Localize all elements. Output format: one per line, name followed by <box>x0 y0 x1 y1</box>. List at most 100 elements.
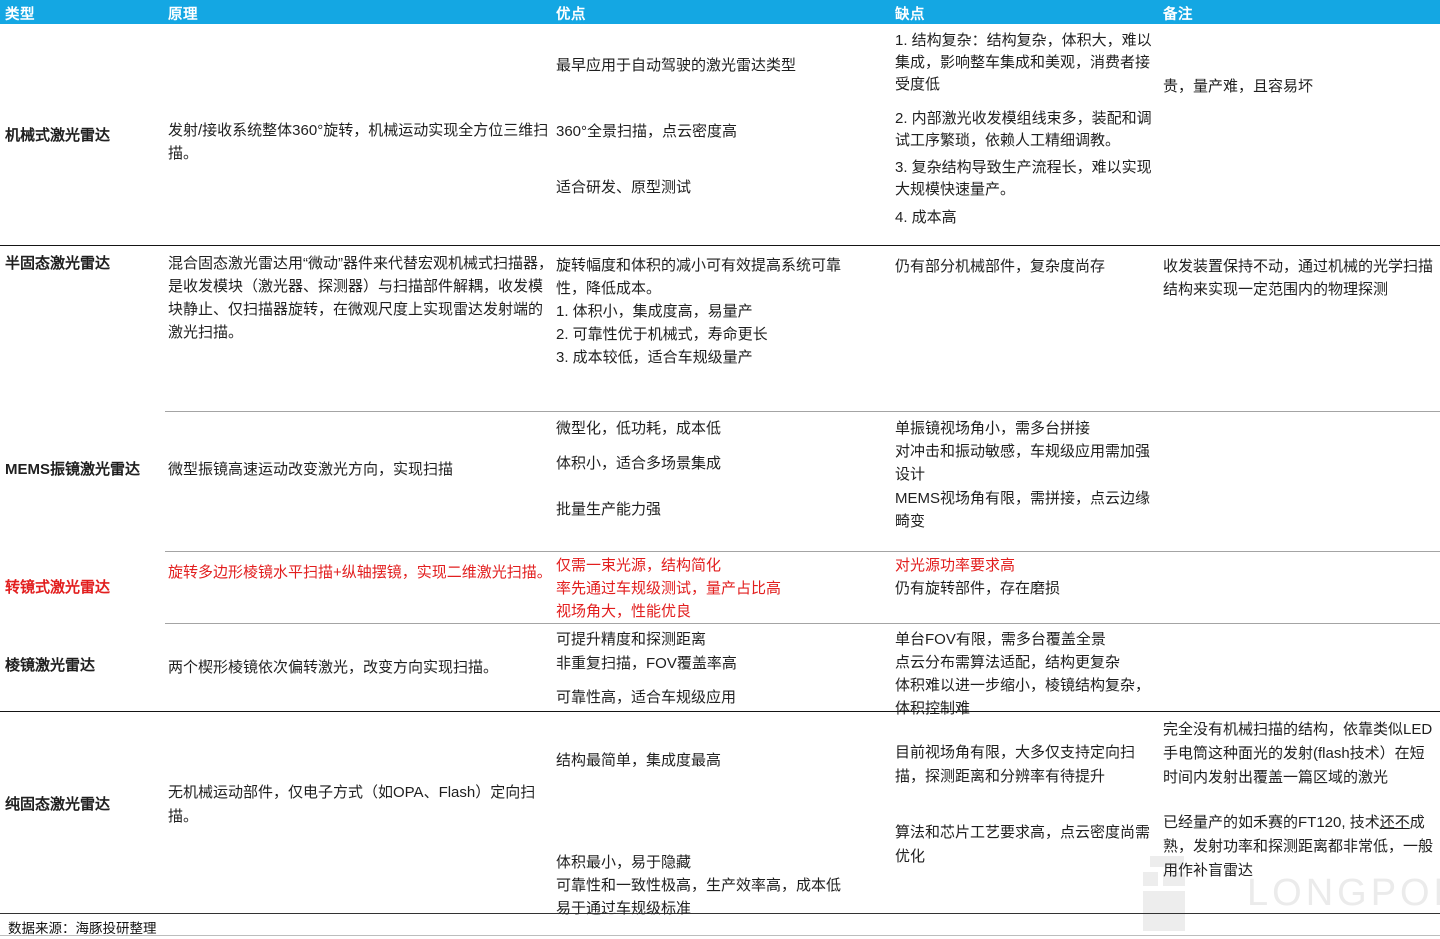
divider <box>0 711 1440 712</box>
note-text: 已经量产的如禾赛的FT120, 技术还不成熟，发射功率和探测距离都非常低，一般用… <box>1163 811 1439 883</box>
note-text: 贵，量产难，且容易坏 <box>1163 75 1439 98</box>
pros-item: 批量生产能力强 <box>556 498 888 521</box>
principle-text: 混合固态激光雷达用“微动”器件来代替宏观机械式扫描器，是收发模块（激光器、探测器… <box>168 252 553 344</box>
row-type-label: MEMS振镜激光雷达 <box>5 458 163 481</box>
cons-item: MEMS视场角有限，需拼接，点云边缘畸变 <box>895 487 1161 533</box>
pros-item: 体积最小，易于隐藏 <box>556 852 888 874</box>
header-col-pros: 优点 <box>556 3 888 24</box>
cons-item: 仍有部分机械部件，复杂度尚存 <box>895 255 1161 278</box>
header-col-note: 备注 <box>1163 3 1439 24</box>
note-text: 收发装置保持不动，通过机械的光学扫描结构来实现一定范围内的物理探测 <box>1163 255 1439 301</box>
pros-item: 仅需一束光源，结构简化 <box>556 554 888 577</box>
row-type-label: 机械式激光雷达 <box>5 124 163 147</box>
cons-item: 对光源功率要求高 <box>895 554 1161 577</box>
divider <box>165 411 1440 412</box>
note-text-part: 已经量产的如禾赛的FT120, 技术 <box>1163 814 1380 831</box>
cons-item: 1. 结构复杂：结构复杂，体积大，难以集成，影响整车集成和美观，消费者接受度低 <box>895 30 1161 96</box>
cons-item: 2. 内部激光收发模组线束多，装配和调试工序繁琐，依赖人工精细调教。 <box>895 108 1161 152</box>
cell-type: 纯固态激光雷达 <box>5 711 163 913</box>
cell-cons: 对光源功率要求高 仍有旋转部件，存在磨损 <box>895 551 1161 623</box>
principle-text: 发射/接收系统整体360°旋转，机械运动实现全方位三维扫描。 <box>168 119 553 165</box>
cons-item: 单振镜视场角小，需多台拼接 <box>895 417 1161 440</box>
pros-item: 非重复扫描，FOV覆盖率高 <box>556 652 888 675</box>
divider <box>0 913 1440 914</box>
principle-text: 微型振镜高速运动改变激光方向，实现扫描 <box>168 458 553 481</box>
row-type-label: 半固态激光雷达 <box>5 252 163 275</box>
cell-pros: 可提升精度和探测距离 非重复扫描，FOV覆盖率高 可靠性高，适合车规级应用 <box>556 623 888 711</box>
pros-item: 易于通过车规级标准 <box>556 898 888 920</box>
principle-text: 旋转多边形棱镜水平扫描+纵轴摆镜，实现二维激光扫描。 <box>168 561 553 584</box>
principle-text: 无机械运动部件，仅电子方式（如OPA、Flash）定向扫描。 <box>168 781 553 829</box>
pros-item: 2. 可靠性优于机械式，寿命更长 <box>556 323 888 346</box>
cell-note: 完全没有机械扫描的结构，依靠类似LED手电筒这种面光的发射(flash技术）在短… <box>1163 711 1439 913</box>
cell-type: 转镜式激光雷达 <box>5 551 163 623</box>
cell-note: 收发装置保持不动，通过机械的光学扫描结构来实现一定范围内的物理探测 <box>1163 246 1439 411</box>
cell-cons: 1. 结构复杂：结构复杂，体积大，难以集成，影响整车集成和美观，消费者接受度低 … <box>895 24 1161 246</box>
cell-type: 棱镜激光雷达 <box>5 623 163 711</box>
cell-type: 机械式激光雷达 <box>5 24 163 246</box>
table-row-mems: MEMS振镜激光雷达 微型振镜高速运动改变激光方向，实现扫描 微型化，低功耗，成… <box>0 411 1440 551</box>
pros-item: 结构最简单，集成度最高 <box>556 750 888 772</box>
cons-item: 算法和芯片工艺要求高，点云密度尚需优化 <box>895 821 1161 869</box>
cell-pros: 最早应用于自动驾驶的激光雷达类型 360°全景扫描，点云密度高 适合研发、原型测… <box>556 24 888 246</box>
cons-item: 点云分布需算法适配，结构更复杂 <box>895 651 1161 674</box>
cell-principle: 发射/接收系统整体360°旋转，机械运动实现全方位三维扫描。 <box>168 24 553 246</box>
cell-principle: 混合固态激光雷达用“微动”器件来代替宏观机械式扫描器，是收发模块（激光器、探测器… <box>168 246 553 411</box>
cell-note <box>1163 623 1439 711</box>
divider <box>165 551 1440 552</box>
cell-pros: 结构最简单，集成度最高 体积最小，易于隐藏 可靠性和一致性极高，生产效率高，成本… <box>556 711 888 913</box>
divider <box>165 623 1440 624</box>
table-header: 类型 原理 优点 缺点 备注 <box>0 0 1440 24</box>
cell-cons: 目前视场角有限，大多仅支持定向扫描，探测距离和分辨率有待提升 算法和芯片工艺要求… <box>895 711 1161 913</box>
pros-item: 可靠性和一致性极高，生产效率高，成本低 <box>556 875 888 897</box>
cell-note <box>1163 551 1439 623</box>
lidar-comparison-table: LONGPORT 类型 原理 优点 缺点 备注 机械式激光雷达 发射/接收系统整… <box>0 0 1440 939</box>
table-row-prism: 棱镜激光雷达 两个楔形棱镜依次偏转激光，改变方向实现扫描。 可提升精度和探测距离… <box>0 623 1440 711</box>
row-type-label: 棱镜激光雷达 <box>5 654 163 677</box>
table-row-pure-solid: 纯固态激光雷达 无机械运动部件，仅电子方式（如OPA、Flash）定向扫描。 结… <box>0 711 1440 913</box>
cell-pros: 旋转幅度和体积的减小可有效提高系统可靠性，降低成本。 1. 体积小，集成度高，易… <box>556 246 888 411</box>
pros-item: 可靠性高，适合车规级应用 <box>556 686 888 709</box>
header-col-cons: 缺点 <box>895 3 1161 24</box>
table-row-mechanical: 机械式激光雷达 发射/接收系统整体360°旋转，机械运动实现全方位三维扫描。 最… <box>0 24 1440 246</box>
pros-item: 适合研发、原型测试 <box>556 176 888 199</box>
pros-item: 360°全景扫描，点云密度高 <box>556 120 888 143</box>
cell-principle: 两个楔形棱镜依次偏转激光，改变方向实现扫描。 <box>168 623 553 711</box>
cell-principle: 旋转多边形棱镜水平扫描+纵轴摆镜，实现二维激光扫描。 <box>168 551 553 623</box>
cons-item: 目前视场角有限，大多仅支持定向扫描，探测距离和分辨率有待提升 <box>895 741 1161 789</box>
data-source-note: 数据来源：海豚投研整理 <box>8 917 157 937</box>
cell-principle: 微型振镜高速运动改变激光方向，实现扫描 <box>168 411 553 551</box>
header-col-principle: 原理 <box>168 3 553 24</box>
cell-note <box>1163 411 1439 551</box>
cons-item: 3. 复杂结构导致生产流程长，难以实现大规模快速量产。 <box>895 157 1161 201</box>
pros-item: 1. 体积小，集成度高，易量产 <box>556 300 888 323</box>
principle-text: 两个楔形棱镜依次偏转激光，改变方向实现扫描。 <box>168 656 553 679</box>
cell-type: MEMS振镜激光雷达 <box>5 411 163 551</box>
pros-item: 率先通过车规级测试，量产占比高 <box>556 577 888 600</box>
cell-cons: 仍有部分机械部件，复杂度尚存 <box>895 246 1161 411</box>
row-type-label: 转镜式激光雷达 <box>5 576 163 599</box>
cell-pros: 微型化，低功耗，成本低 体积小，适合多场景集成 批量生产能力强 <box>556 411 888 551</box>
pros-item: 可提升精度和探测距离 <box>556 628 888 651</box>
pros-item: 最早应用于自动驾驶的激光雷达类型 <box>556 54 888 77</box>
cons-item: 对冲击和振动敏感，车规级应用需加强设计 <box>895 440 1161 486</box>
row-type-label: 纯固态激光雷达 <box>5 793 163 816</box>
divider <box>0 935 1440 936</box>
pros-item: 视场角大，性能优良 <box>556 600 888 623</box>
cons-item: 4. 成本高 <box>895 207 1161 229</box>
cell-principle: 无机械运动部件，仅电子方式（如OPA、Flash）定向扫描。 <box>168 711 553 913</box>
pros-item: 旋转幅度和体积的减小可有效提高系统可靠性，降低成本。 <box>556 254 848 300</box>
table-row-rotating-mirror: 转镜式激光雷达 旋转多边形棱镜水平扫描+纵轴摆镜，实现二维激光扫描。 仅需一束光… <box>0 551 1440 623</box>
cell-type: 半固态激光雷达 <box>5 246 163 411</box>
header-col-type: 类型 <box>5 3 163 24</box>
divider <box>0 245 1440 246</box>
table-row-semi-solid: 半固态激光雷达 混合固态激光雷达用“微动”器件来代替宏观机械式扫描器，是收发模块… <box>0 246 1440 411</box>
pros-item: 体积小，适合多场景集成 <box>556 452 888 475</box>
cell-note: 贵，量产难，且容易坏 <box>1163 24 1439 246</box>
note-text: 完全没有机械扫描的结构，依靠类似LED手电筒这种面光的发射(flash技术）在短… <box>1163 718 1439 790</box>
cons-item: 单台FOV有限，需多台覆盖全景 <box>895 628 1161 651</box>
pros-item: 3. 成本较低，适合车规级量产 <box>556 346 888 369</box>
cell-pros: 仅需一束光源，结构简化 率先通过车规级测试，量产占比高 视场角大，性能优良 <box>556 551 888 623</box>
cons-item: 仍有旋转部件，存在磨损 <box>895 577 1161 600</box>
cell-cons: 单台FOV有限，需多台覆盖全景 点云分布需算法适配，结构更复杂 体积难以进一步缩… <box>895 623 1161 711</box>
